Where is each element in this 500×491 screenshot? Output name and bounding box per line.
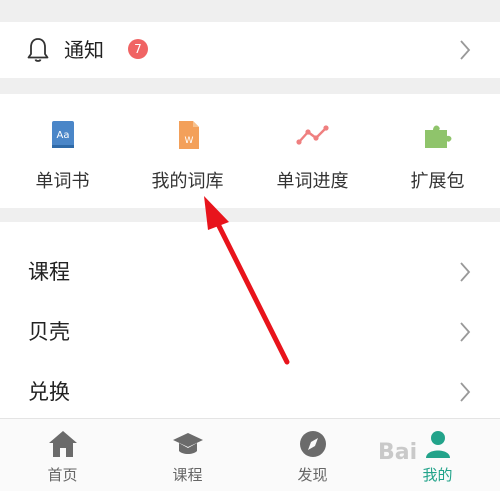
chevron-right-icon — [460, 322, 471, 342]
menu-item-redeem[interactable]: 兑换 — [0, 362, 500, 422]
tab-discover[interactable]: 发现 — [250, 419, 375, 491]
menu-item-courses[interactable]: 课程 — [0, 242, 500, 302]
section-divider — [0, 78, 500, 94]
notifications-row[interactable]: 通知 7 — [0, 22, 500, 78]
puzzle-icon — [424, 125, 451, 148]
chevron-right-icon — [460, 40, 471, 60]
tool-wordbook[interactable]: Aa 单词书 — [0, 94, 125, 208]
tool-my-vocab[interactable]: W 我的词库 — [125, 94, 250, 208]
user-icon — [425, 431, 450, 458]
section-divider — [0, 208, 500, 222]
progress-icon — [295, 125, 329, 145]
top-spacer — [0, 0, 500, 22]
svg-text:Aa: Aa — [56, 130, 69, 141]
menu-list: 课程 贝壳 兑换 — [0, 222, 500, 418]
notifications-label: 通知 — [64, 38, 104, 62]
tool-label: 单词书 — [35, 171, 90, 192]
graduation-cap-icon — [172, 433, 203, 454]
tool-expansion[interactable]: 扩展包 — [375, 94, 500, 208]
my-vocab-icon: W — [178, 121, 199, 149]
tool-label: 扩展包 — [410, 171, 465, 192]
compass-icon — [299, 431, 326, 457]
notifications-badge: 7 — [128, 39, 148, 59]
tool-label: 单词进度 — [276, 171, 349, 192]
menu-item-label: 贝壳 — [28, 320, 70, 344]
tools-grid: Aa 单词书 W 我的词库 单词进度 扩展包 — [0, 94, 500, 208]
tab-home[interactable]: 首页 — [0, 419, 125, 491]
tool-progress[interactable]: 单词进度 — [250, 94, 375, 208]
tab-label: 我的 — [422, 466, 453, 484]
tab-label: 首页 — [47, 466, 78, 484]
tab-label: 发现 — [297, 466, 328, 484]
menu-item-label: 兑换 — [28, 380, 70, 404]
tab-courses[interactable]: 课程 — [125, 419, 250, 491]
chevron-right-icon — [460, 262, 471, 282]
bell-icon — [27, 38, 49, 62]
wordbook-icon: Aa — [51, 121, 74, 148]
tool-label: 我的词库 — [151, 171, 224, 192]
tab-label: 课程 — [172, 466, 203, 484]
svg-text:W: W — [184, 136, 193, 146]
home-icon — [48, 431, 77, 457]
menu-item-label: 课程 — [28, 260, 70, 284]
bottom-tab-bar: 首页 课程 发现 我的 — [0, 418, 500, 491]
menu-item-shells[interactable]: 贝壳 — [0, 302, 500, 362]
watermark: Bai — [378, 440, 418, 465]
chevron-right-icon — [460, 382, 471, 402]
